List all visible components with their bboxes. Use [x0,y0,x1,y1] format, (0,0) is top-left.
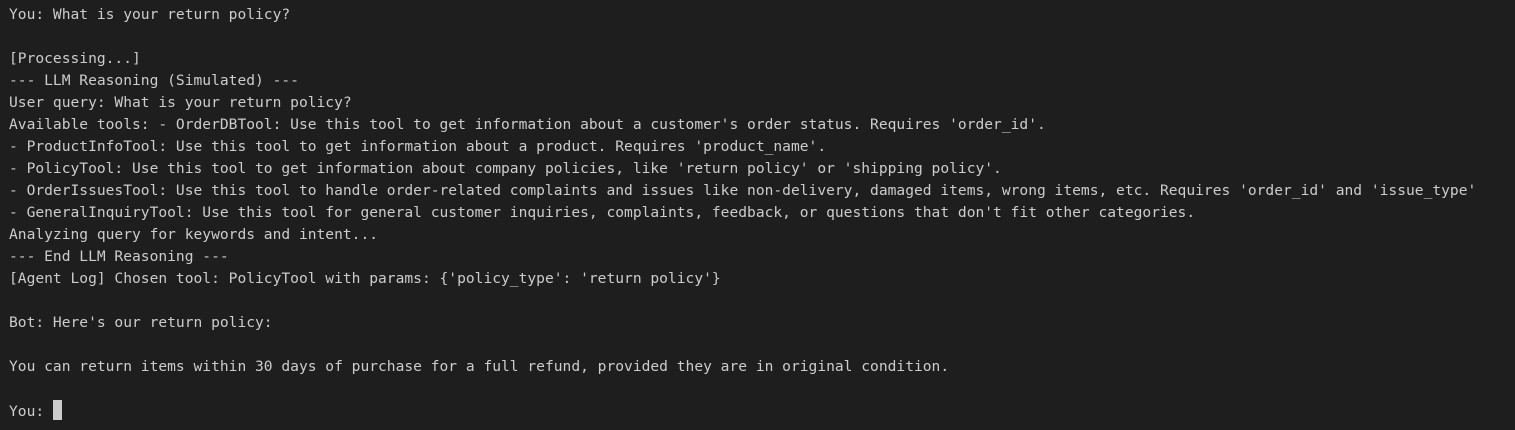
text-cursor [52,400,62,420]
terminal-line: - OrderIssuesTool: Use this tool to hand… [9,182,1477,199]
input-prompt-line[interactable]: You: [9,400,1515,422]
terminal-output[interactable]: You: What is your return policy? [Proces… [0,0,1515,430]
terminal-line: [Agent Log] Chosen tool: PolicyTool with… [9,270,721,287]
terminal-line: - GeneralInquiryTool: Use this tool for … [9,204,1196,221]
terminal-line: Bot: Here's our return policy: [9,314,273,331]
terminal-line: - PolicyTool: Use this tool to get infor… [9,160,1002,177]
terminal-line: - ProductInfoTool: Use this tool to get … [9,138,827,155]
terminal-line: User query: What is your return policy? [9,94,352,111]
terminal-line: --- End LLM Reasoning --- [9,248,229,265]
terminal-line: Analyzing query for keywords and intent.… [9,226,379,243]
terminal-line: --- LLM Reasoning (Simulated) --- [9,72,299,89]
terminal-line: [Processing...] [9,50,141,67]
input-prompt: You: [9,403,53,420]
terminal-line: You can return items within 30 days of p… [9,358,950,375]
terminal-line: You: What is your return policy? [9,6,291,23]
terminal-line: Available tools: - OrderDBTool: Use this… [9,116,1046,133]
